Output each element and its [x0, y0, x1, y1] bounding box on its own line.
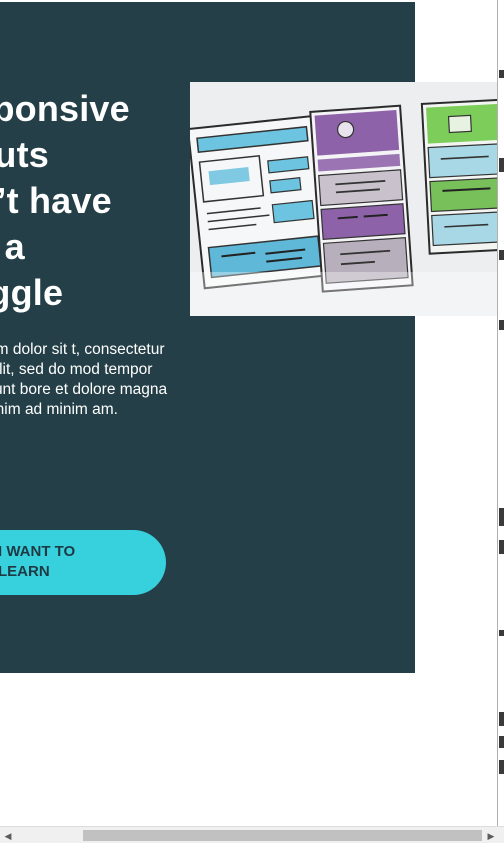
gutter-mark	[499, 736, 504, 748]
wireframe-sketch-image	[190, 82, 504, 316]
gutter-mark	[499, 712, 504, 726]
cta-button-label: I WANT TO LEARN	[0, 543, 76, 580]
scrollbar-thumb[interactable]	[83, 830, 482, 841]
gutter-mark	[499, 250, 504, 260]
gutter-mark	[499, 540, 504, 554]
gutter-mark	[499, 630, 504, 636]
gutter-mark	[499, 320, 504, 330]
scroll-right-icon[interactable]: ▶	[484, 829, 498, 843]
gutter-mark	[499, 760, 504, 774]
scroll-left-icon[interactable]: ◀	[1, 829, 15, 843]
hero-title: esponsive youts on’t have be a ruggle	[0, 88, 130, 313]
wireframe-sketch-drawing	[190, 82, 504, 316]
hero-body-text: m ipsum dolor sit t, consectetur scing e…	[0, 341, 168, 418]
gutter-mark	[499, 508, 504, 526]
gutter-mark	[499, 70, 504, 78]
right-panel-edge	[497, 0, 504, 826]
cta-button[interactable]: I WANT TO LEARN	[0, 530, 166, 595]
horizontal-scrollbar[interactable]: ◀ ▶	[0, 826, 504, 843]
gutter-mark	[499, 158, 504, 172]
page-viewport: esponsive youts on’t have be a ruggle m …	[0, 0, 504, 843]
